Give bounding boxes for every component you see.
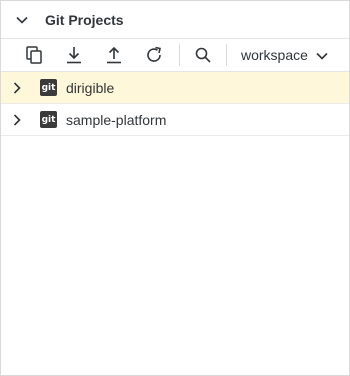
chevron-down-icon <box>316 47 328 63</box>
refresh-icon[interactable] <box>141 42 167 68</box>
git-icon: git <box>40 79 57 96</box>
tree-item-sample-platform[interactable]: git sample-platform <box>1 104 349 136</box>
toolbar: workspace <box>1 39 349 72</box>
tree-item-dirigible[interactable]: git dirigible <box>1 72 349 104</box>
toolbar-divider <box>226 44 227 66</box>
panel-title: Git Projects <box>45 11 124 28</box>
workspace-select[interactable]: workspace <box>241 42 328 68</box>
project-tree: git dirigible git sample-platform <box>1 72 349 136</box>
search-icon[interactable] <box>190 42 216 68</box>
git-icon: git <box>40 111 57 128</box>
toolbar-divider <box>179 44 180 66</box>
git-projects-panel: Git Projects workspace git dirigible git… <box>0 0 350 376</box>
panel-header[interactable]: Git Projects <box>1 1 349 39</box>
download-icon[interactable] <box>61 42 87 68</box>
workspace-select-value: workspace <box>241 47 308 63</box>
tree-item-label: sample-platform <box>66 111 167 128</box>
tree-item-label: dirigible <box>66 79 115 96</box>
chevron-down-icon[interactable] <box>15 13 29 27</box>
chevron-right-icon[interactable] <box>11 113 23 126</box>
chevron-right-icon[interactable] <box>11 81 23 94</box>
copy-icon[interactable] <box>21 42 47 68</box>
upload-icon[interactable] <box>101 42 127 68</box>
